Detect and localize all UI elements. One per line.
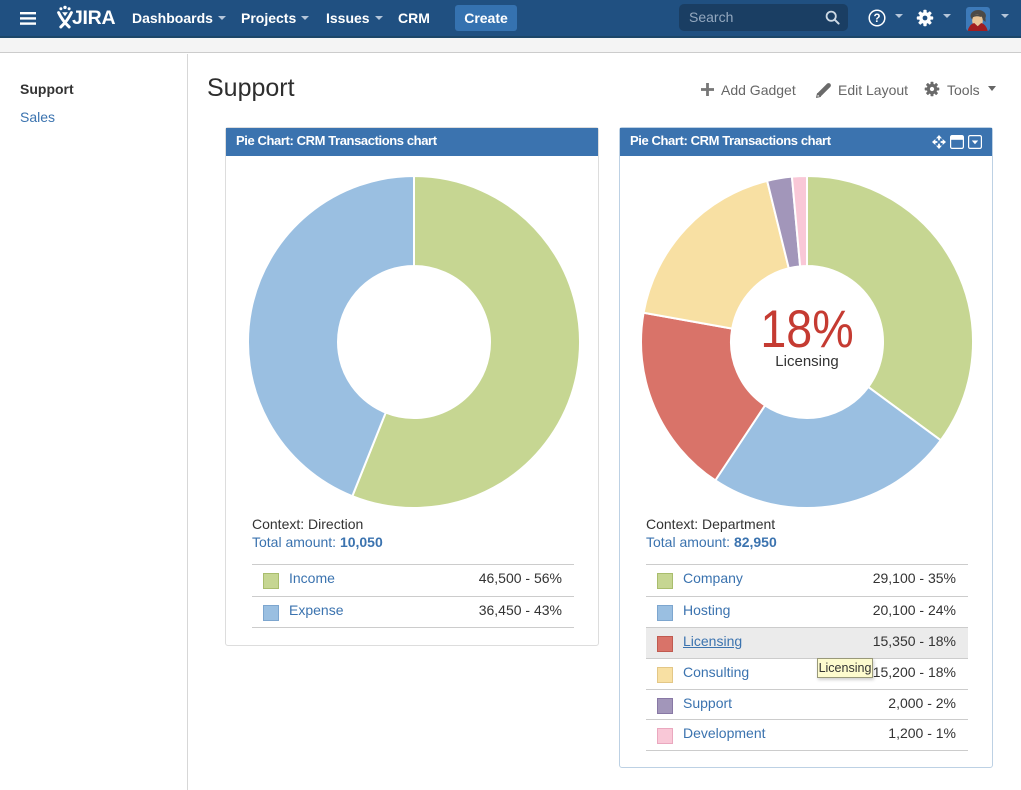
svg-text:?: ? <box>873 13 880 25</box>
